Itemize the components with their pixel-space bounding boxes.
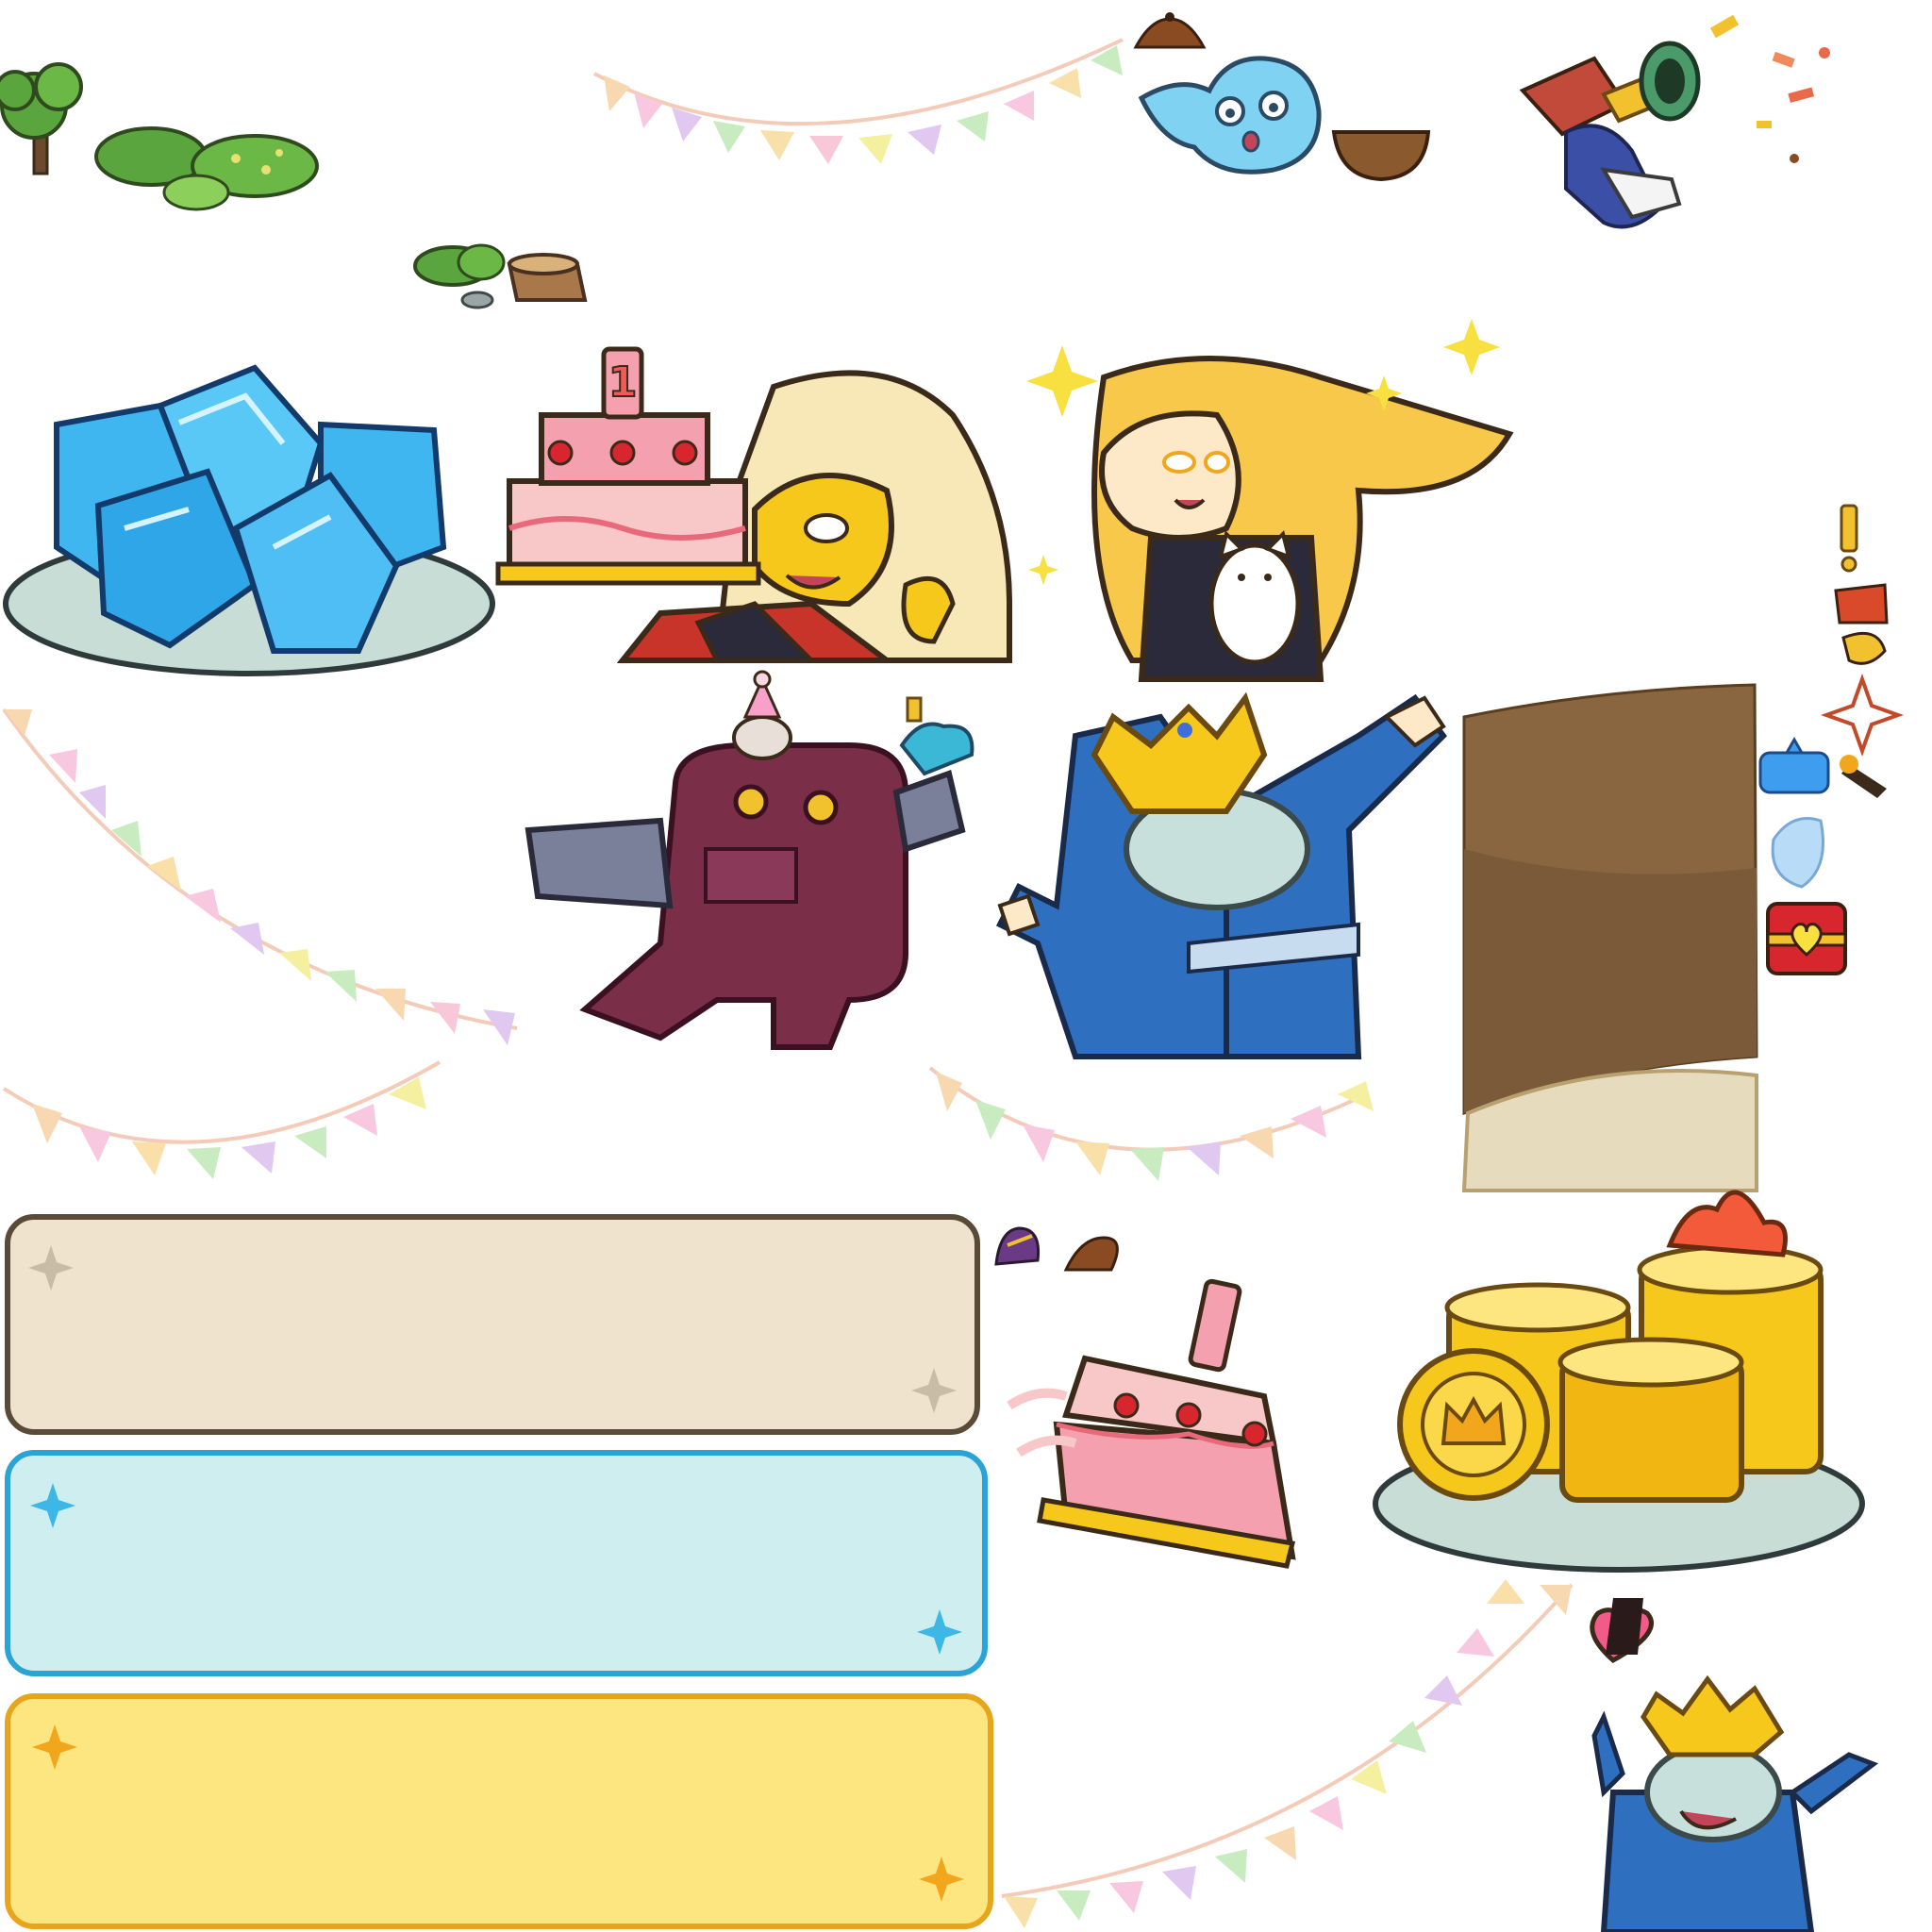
panel-beige xyxy=(5,1214,980,1435)
panel-yellow xyxy=(5,1693,993,1929)
ribbon-icon xyxy=(1834,583,1889,625)
dirt-panel-icon xyxy=(1461,683,1758,1192)
wizard-trumpet-icon xyxy=(1519,14,1830,229)
king-heart-icon xyxy=(1590,1607,1879,1932)
bunting-top-flags xyxy=(604,45,1123,164)
hand-icon xyxy=(1841,631,1887,665)
gem-plate-icon xyxy=(3,364,495,676)
stump-icon xyxy=(413,243,588,309)
heart-chest-icon xyxy=(1766,902,1847,975)
speech-bubble-icon xyxy=(1758,736,1830,794)
exclamation-icon xyxy=(1840,504,1858,573)
dark-bar-icon xyxy=(1606,1598,1643,1655)
king-dab-icon xyxy=(995,691,1447,1059)
bunting-middle xyxy=(928,1066,1374,1181)
bunting-left-long xyxy=(2,708,518,1045)
bunting-left-short xyxy=(2,1060,441,1179)
flying-cake-icon xyxy=(1007,1278,1296,1569)
sprite-atlas: 1 xyxy=(0,12,1904,1932)
bell-icon xyxy=(1133,12,1207,49)
panel-cyan xyxy=(5,1450,988,1676)
tree-icon xyxy=(0,62,83,175)
blonde-heroine-cat-icon xyxy=(1026,319,1514,682)
bunting-bottom-right xyxy=(1001,1579,1574,1928)
ghost-spirit-icon xyxy=(1138,56,1322,175)
gold-coin-plate-icon xyxy=(1373,1190,1865,1573)
mouse-robot-icon xyxy=(525,670,974,1050)
bag-icon xyxy=(994,1226,1041,1266)
sparkle-icon xyxy=(1821,674,1904,757)
bush-icon xyxy=(94,126,319,211)
birthday-cake-icon: 1 xyxy=(495,346,761,586)
cake-candle-digit: 1 xyxy=(608,358,638,407)
torch-icon xyxy=(1840,755,1887,798)
bell-icon xyxy=(1063,1236,1119,1272)
bowl-icon xyxy=(1331,130,1431,182)
spirit-wisp-icon xyxy=(1771,817,1824,889)
